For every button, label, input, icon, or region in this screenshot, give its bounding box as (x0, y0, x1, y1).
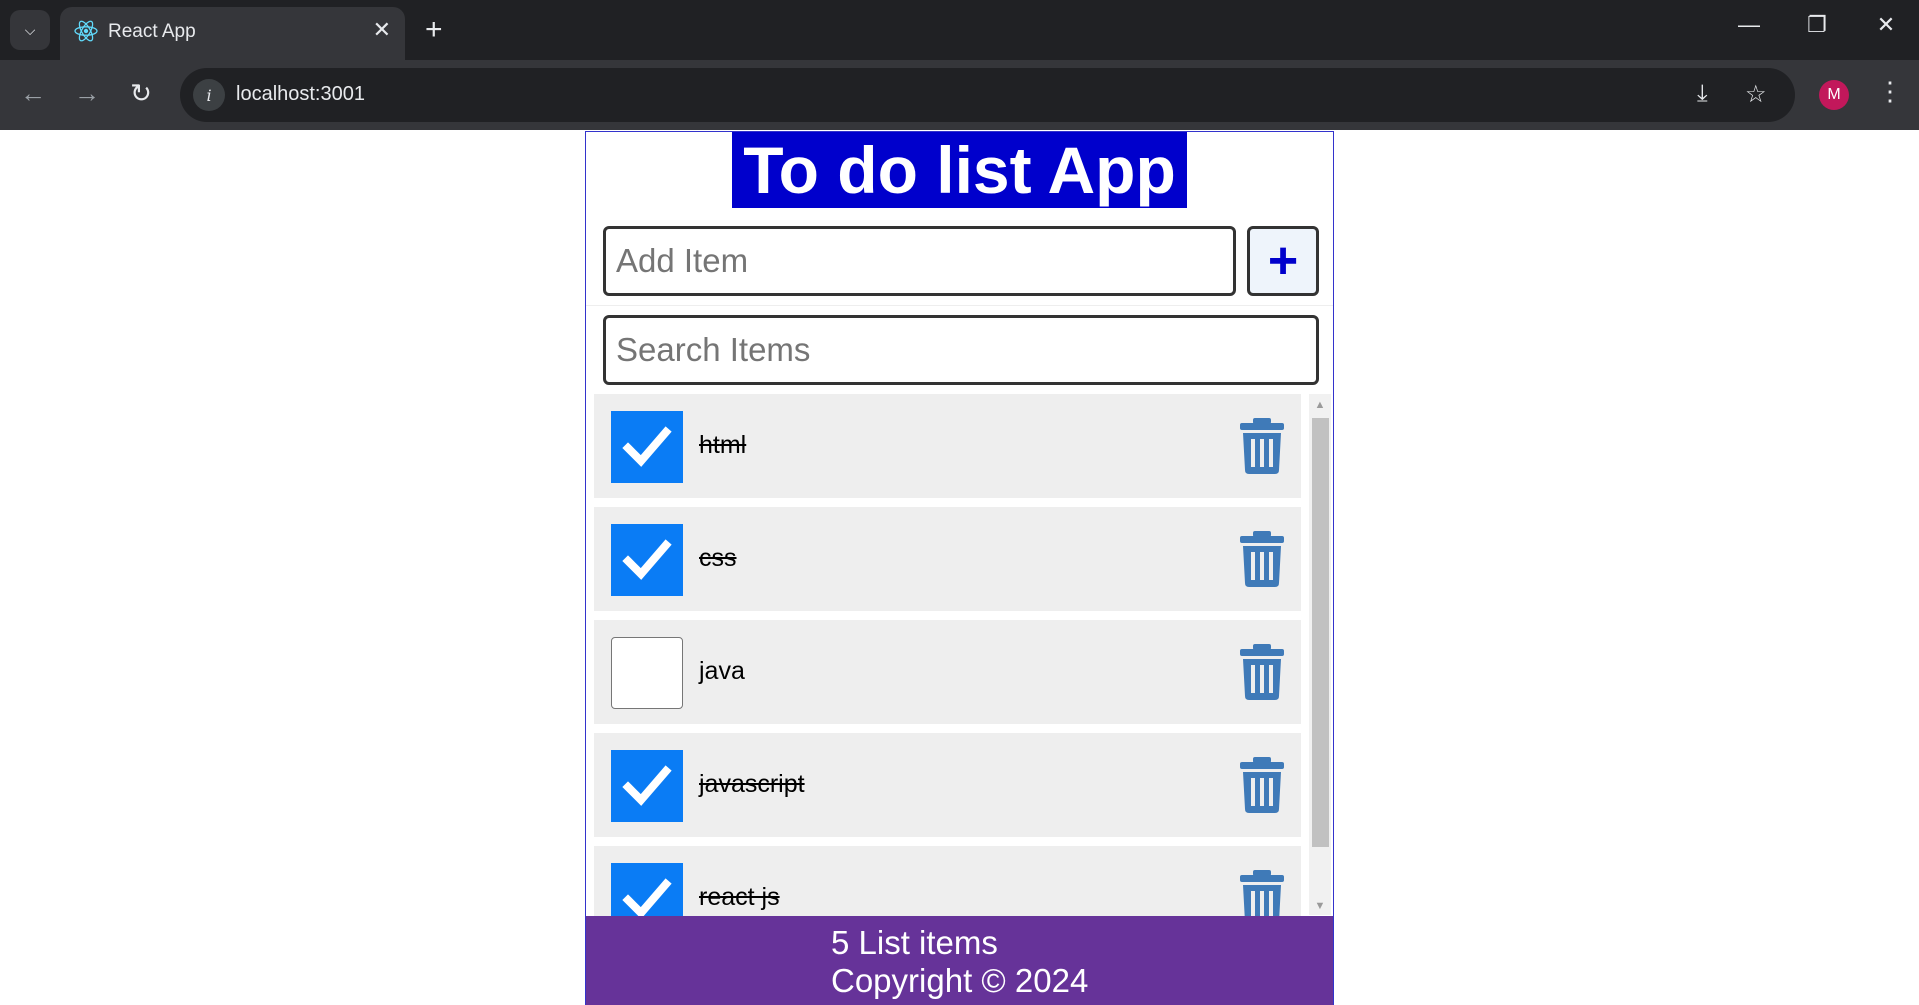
item-list-container[interactable]: html css java javascript react js ▲ ▼ (586, 394, 1333, 1005)
header: To do list App (586, 132, 1333, 208)
forward-arrow-icon[interactable]: → (70, 78, 104, 109)
search-input[interactable] (603, 315, 1319, 385)
scrollbar[interactable]: ▲ ▼ (1309, 394, 1331, 915)
item-checkbox[interactable] (611, 411, 683, 483)
trash-icon[interactable] (1239, 757, 1285, 813)
list-item: java (594, 620, 1301, 724)
divider (586, 305, 1333, 306)
url-text: localhost:3001 (236, 83, 365, 105)
item-list: html css java javascript react js (594, 394, 1301, 959)
back-arrow-icon[interactable]: ← (16, 78, 50, 109)
scrollbar-thumb[interactable] (1312, 418, 1329, 847)
reload-icon[interactable]: ↻ (124, 78, 158, 109)
new-tab-button[interactable]: + (425, 13, 443, 47)
item-label[interactable]: html (699, 431, 746, 460)
trash-icon[interactable] (1239, 531, 1285, 587)
chevron-down-icon: ⌵ (24, 21, 36, 38)
address-bar[interactable]: i localhost:3001 ⤓ ☆ (180, 68, 1795, 122)
close-window-icon[interactable]: ✕ (1866, 12, 1906, 38)
add-item-input[interactable] (603, 226, 1236, 296)
browser-tab[interactable]: React App ✕ (60, 7, 405, 60)
tab-close-icon[interactable]: ✕ (373, 17, 391, 43)
item-label[interactable]: java (699, 657, 745, 686)
item-label[interactable]: css (699, 544, 737, 573)
browser-toolbar: ← → ↻ i localhost:3001 ⤓ ☆ M ⋮ (0, 60, 1919, 130)
item-label[interactable]: react js (699, 883, 780, 912)
add-item-button[interactable]: + (1247, 226, 1319, 296)
checkmark-icon (622, 765, 672, 806)
minimize-icon[interactable]: — (1729, 12, 1769, 38)
item-checkbox[interactable] (611, 750, 683, 822)
checkmark-icon (622, 539, 672, 580)
item-count: 5 List items (831, 924, 998, 961)
bookmark-star-icon[interactable]: ☆ (1745, 80, 1767, 109)
checkmark-icon (622, 426, 672, 467)
copyright-text: Copyright © 2024 (831, 962, 1089, 999)
item-checkbox[interactable] (611, 637, 683, 709)
more-menu-icon[interactable]: ⋮ (1877, 76, 1903, 107)
trash-icon[interactable] (1239, 418, 1285, 474)
item-label[interactable]: javascript (699, 770, 805, 799)
profile-avatar[interactable]: M (1819, 80, 1849, 110)
todo-app: To do list App + html css java javascript re… (585, 131, 1334, 1005)
list-item: javascript (594, 733, 1301, 837)
react-logo-icon (74, 20, 98, 42)
install-app-icon[interactable]: ⤓ (1697, 80, 1708, 108)
restore-icon[interactable]: ❐ (1797, 12, 1837, 38)
page-title: To do list App (732, 132, 1187, 208)
tab-title: React App (108, 21, 196, 42)
scroll-up-arrow-icon[interactable]: ▲ (1309, 396, 1331, 414)
footer: 5 List items Copyright © 2024 (586, 916, 1333, 1005)
site-info-icon[interactable]: i (193, 79, 225, 111)
list-item: css (594, 507, 1301, 611)
scroll-down-arrow-icon[interactable]: ▼ (1309, 897, 1331, 915)
tab-search-button[interactable]: ⌵ (10, 10, 50, 50)
trash-icon[interactable] (1239, 644, 1285, 700)
list-item: html (594, 394, 1301, 498)
item-checkbox[interactable] (611, 524, 683, 596)
browser-tab-strip: ⌵ React App ✕ + — ❐ ✕ (0, 0, 1919, 60)
